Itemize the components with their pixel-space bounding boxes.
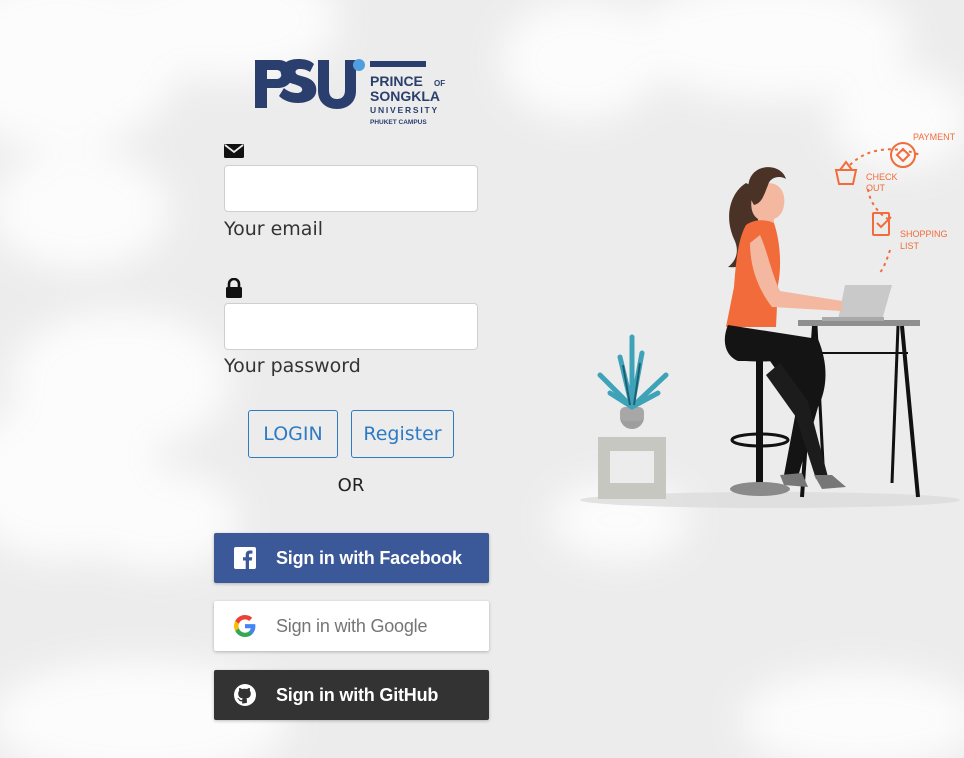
psu-logo: PRINCE OF SONGKLA UNIVERSITY PHUKET CAMP… [255,59,445,126]
github-signin-label: Sign in with GitHub [276,684,439,705]
email-input[interactable] [224,165,478,212]
logo-line1-suffix: OF [434,79,445,88]
facebook-icon [234,547,256,569]
github-signin-button[interactable]: Sign in with GitHub [214,670,489,720]
payment-label: PAYMENT [913,132,956,142]
check-out-label-1: CHECK [866,172,898,182]
logo-line1: PRINCE [370,73,423,89]
shopping-flow-icons [834,142,921,276]
login-button[interactable]: LOGIN [248,410,338,458]
shopping-list-label-1: SHOPPING [900,229,948,239]
google-signin-label: Sign in with Google [276,615,428,636]
google-signin-button[interactable]: Sign in with Google [214,601,489,651]
password-label: Your password [224,355,361,377]
register-button[interactable]: Register [351,410,454,458]
or-divider-text: OR [337,475,365,496]
shopping-list-label-2: LIST [900,241,920,251]
plant-icon [597,334,669,499]
facebook-signin-label: Sign in with Facebook [276,547,462,568]
logo-line3: UNIVERSITY [370,105,439,115]
woman-figure [724,167,846,489]
check-out-label-2: OUT [866,183,886,193]
lock-icon [226,278,242,298]
logo-line2: SONGKLA [370,88,440,104]
woman-laptop-illustration: PAYMENT CHECK OUT SHOPPING LIST [580,132,960,508]
password-input[interactable] [224,303,478,350]
github-icon [234,684,256,706]
envelope-icon [224,144,244,158]
email-label: Your email [224,218,323,240]
facebook-signin-button[interactable]: Sign in with Facebook [214,533,489,583]
logo-line4: PHUKET CAMPUS [370,119,427,126]
google-icon [234,615,256,637]
